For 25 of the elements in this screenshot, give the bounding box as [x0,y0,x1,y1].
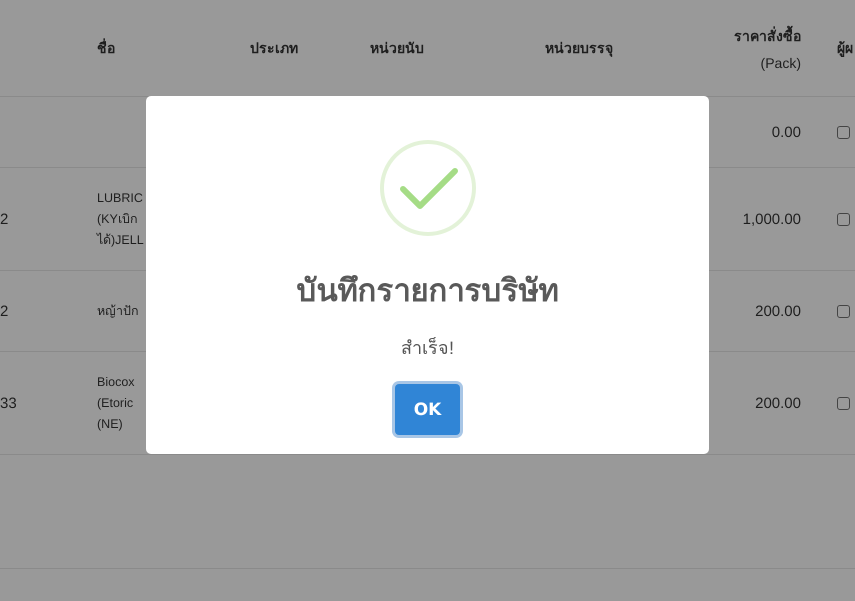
table-cell: 2 [0,210,8,228]
checkbox[interactable] [837,304,850,318]
column-header: ผู้ผ [837,39,854,59]
dialog-title: บันทึกรายการบริษัท [296,272,558,310]
success-check-icon [378,139,476,237]
table-cell-text: Biocox (Etoric (NE) [97,374,136,433]
table-cell: 200.00 [755,302,801,320]
table-cell-text: หญ้าปัก [97,302,140,320]
table-cell-text: LUBRIC (KYเบิก ได้)JELL [97,190,145,249]
checkbox[interactable] [837,212,850,226]
column-subheader: (Pack) [760,55,801,71]
table-cell: 0.00 [772,124,801,140]
table-cell: 33 [0,394,17,412]
column-header: ประเภท [250,39,299,58]
dialog-message: สำเร็จ! [400,336,454,360]
table-cell: 200.00 [755,394,801,412]
column-header: ชื่อ [97,37,116,58]
ok-button[interactable]: OK [395,384,460,435]
column-header: ราคาสั่งซื้อ [734,25,801,47]
checkbox[interactable] [837,396,850,410]
checkbox[interactable] [837,126,850,138]
table-cell: 1,000.00 [742,210,801,228]
column-header: หน่วยนับ [370,39,425,58]
table-cell: 2 [0,302,8,320]
column-header: หน่วยบรรจุ [545,39,614,59]
